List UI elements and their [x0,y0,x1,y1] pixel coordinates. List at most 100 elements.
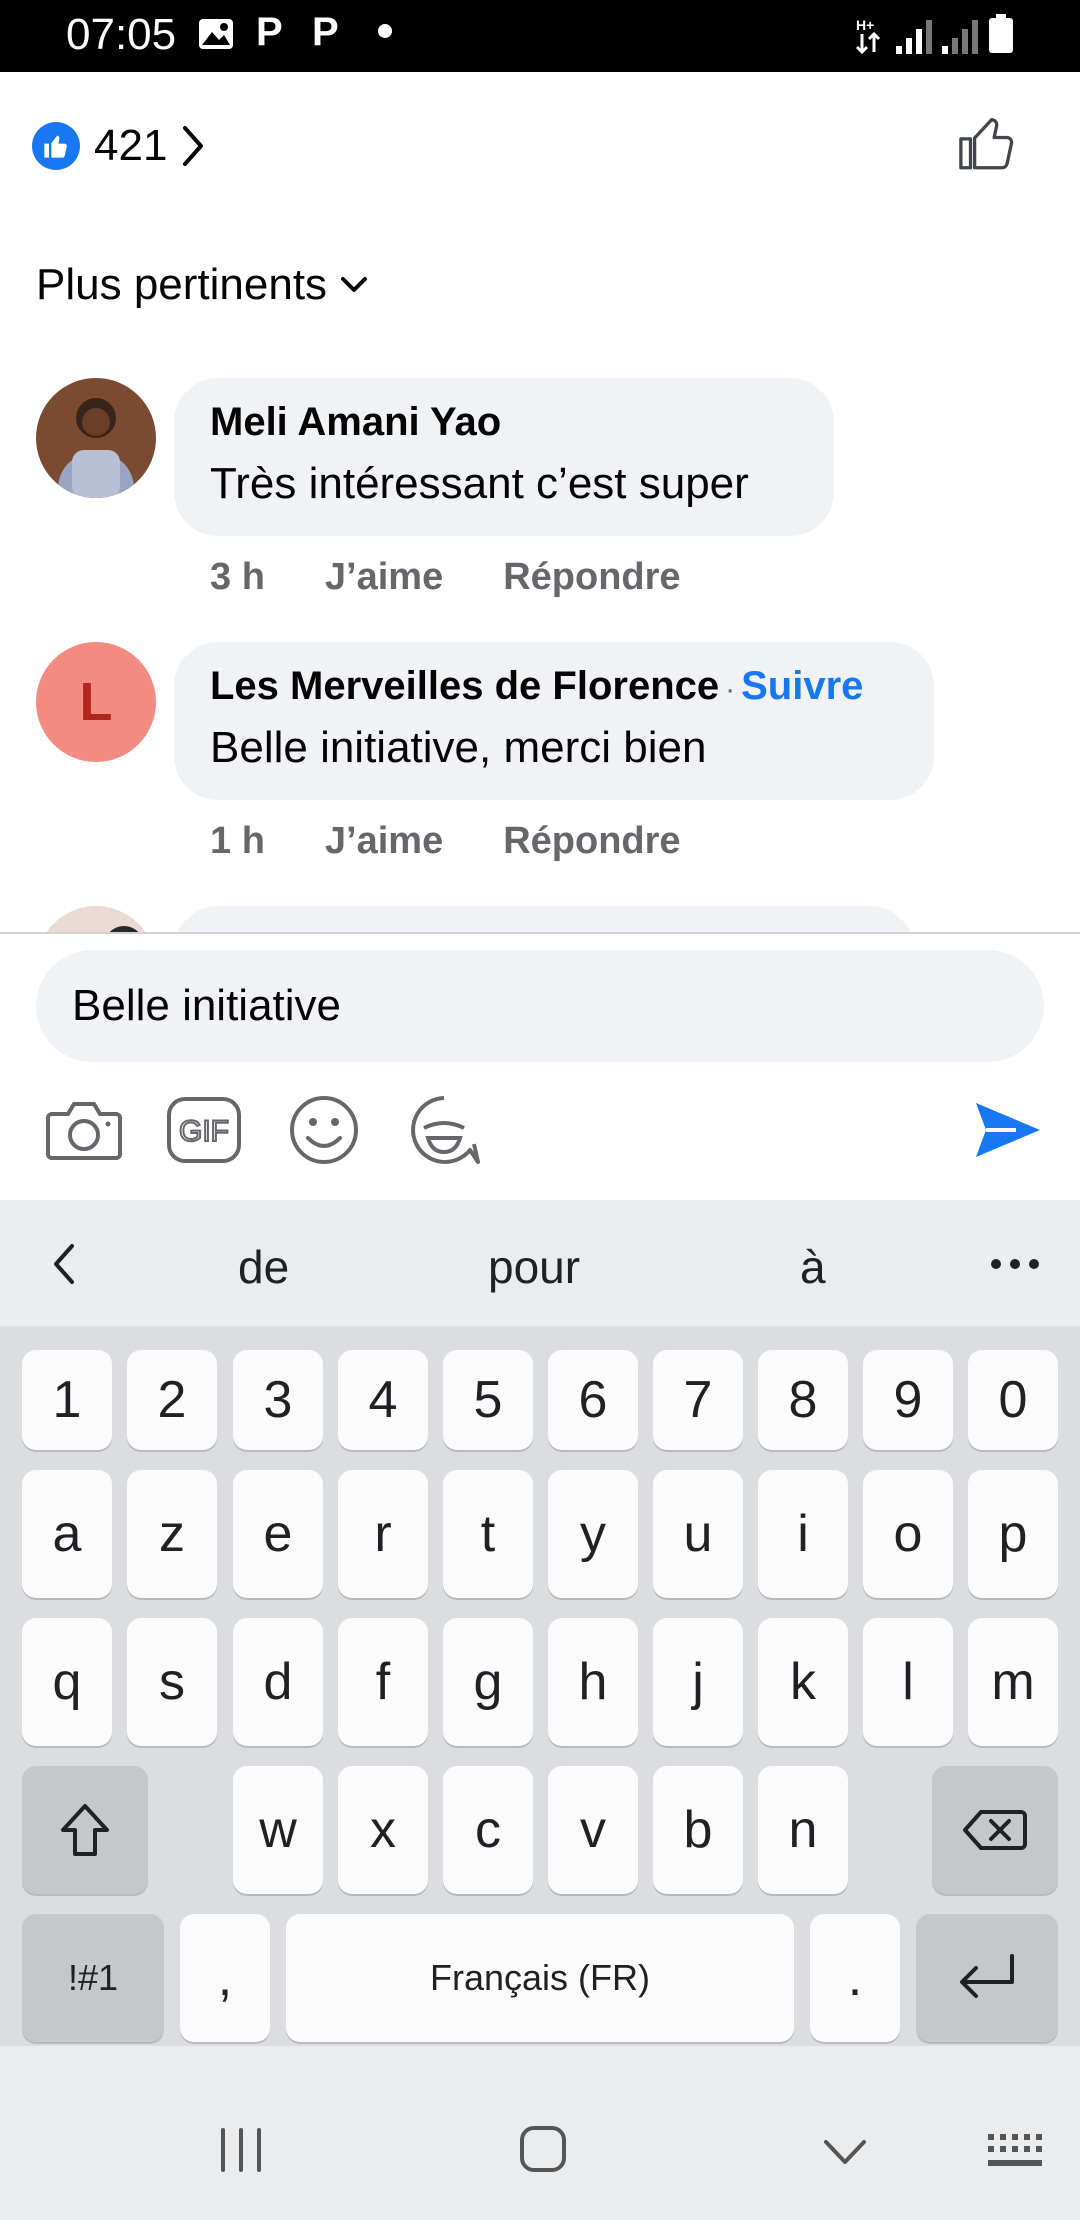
key[interactable]: 9 [863,1350,953,1450]
key[interactable]: r [338,1470,428,1598]
suggestion-item[interactable]: à [800,1240,826,1294]
key[interactable]: 4 [338,1350,428,1450]
home-icon[interactable] [518,2124,568,2174]
key[interactable]: w [233,1766,323,1894]
chevron-right-icon [183,126,204,166]
key[interactable]: m [968,1618,1058,1746]
composer-divider [0,932,1080,934]
network-hplus-icon: H+ [855,17,881,55]
key[interactable]: 7 [653,1350,743,1450]
comma-key[interactable]: , [180,1914,270,2042]
key[interactable]: 6 [548,1350,638,1450]
key[interactable]: h [548,1618,638,1746]
gif-button[interactable]: GIF [162,1090,246,1170]
comment-bubble[interactable]: Meli Amani Yao Très intéressant c’est su… [174,378,834,536]
soft-keyboard: de pour à 1 2 3 4 5 6 7 8 9 0 a z e r t … [0,1200,1080,2220]
shift-key[interactable] [22,1766,148,1894]
comment-bubble[interactable]: Les Merveilles de Florence · Suivre Belle … [174,642,934,800]
key[interactable]: q [22,1618,112,1746]
backspace-icon [963,1810,1027,1850]
more-options-icon[interactable] [990,1258,1040,1270]
notification-dot-icon [378,24,392,38]
reply-button[interactable]: Répondre [503,820,680,863]
svg-text:H+: H+ [856,17,874,33]
signal-icon [896,20,932,54]
reply-button[interactable]: Répondre [503,556,680,599]
enter-icon [960,1954,1014,1998]
comment-time: 3 h [210,556,265,598]
like-comment-button[interactable]: J’aime [325,556,443,599]
key[interactable]: a [22,1470,112,1598]
suggestion-item[interactable]: de [238,1240,289,1294]
avatar-sticker-button[interactable] [402,1090,486,1170]
comment-bubble[interactable] [174,906,914,932]
hide-keyboard-icon[interactable] [822,2138,868,2166]
parking-app-icon: P [256,10,283,54]
key[interactable]: t [443,1470,533,1598]
space-key[interactable]: Français (FR) [286,1914,794,2042]
keyboard-switch-icon[interactable] [986,2132,1044,2170]
avatar[interactable] [36,378,156,498]
key[interactable]: 5 [443,1350,533,1450]
key[interactable]: f [338,1618,428,1746]
key[interactable]: c [443,1766,533,1894]
camera-button[interactable] [42,1090,126,1170]
key[interactable]: 2 [127,1350,217,1450]
send-button[interactable] [966,1090,1050,1170]
key[interactable]: 0 [968,1350,1058,1450]
recent-apps-icon[interactable] [218,2126,264,2174]
key[interactable]: v [548,1766,638,1894]
key[interactable]: g [443,1618,533,1746]
chevron-left-icon[interactable] [48,1240,78,1288]
key[interactable]: s [127,1618,217,1746]
comment-actions: 1 h J’aime Répondre [210,820,741,863]
comment-input[interactable] [36,950,1044,1062]
key[interactable]: d [233,1618,323,1746]
key[interactable]: 1 [22,1350,112,1450]
comment-composer[interactable] [36,950,1044,1062]
gif-label: GIF [179,1115,229,1148]
key[interactable]: 8 [758,1350,848,1450]
comments-list: Meli Amani Yao Très intéressant c’est su… [0,360,1080,932]
signal-icon-2 [942,20,978,54]
like-comment-button[interactable]: J’aime [325,820,443,863]
like-reaction-icon [32,122,80,170]
reactions-summary[interactable]: 421 [32,118,205,174]
symbols-key[interactable]: !#1 [22,1914,164,2042]
avatar-letter: L [79,672,113,732]
key[interactable]: u [653,1470,743,1598]
sort-dropdown[interactable]: Plus pertinents [36,260,369,310]
avatar[interactable]: L [36,642,156,762]
status-time: 07:05 [66,10,177,59]
key[interactable]: 3 [233,1350,323,1450]
suggestion-item[interactable]: pour [488,1240,580,1294]
key[interactable]: p [968,1470,1058,1598]
sort-label: Plus pertinents [36,260,328,309]
key[interactable]: n [758,1766,848,1894]
comment-author[interactable]: Les Merveilles de Florence [210,664,719,708]
key[interactable]: o [863,1470,953,1598]
like-icon[interactable] [954,110,1020,176]
separator-dot: · [725,673,736,706]
composer-toolbar: GIF [0,1090,1080,1170]
key[interactable]: j [653,1618,743,1746]
suggestion-bar: de pour à [0,1200,1080,1326]
comment-actions: 3 h J’aime Répondre [210,556,741,599]
key[interactable]: y [548,1470,638,1598]
emoji-button[interactable] [282,1090,366,1170]
comment-text: Très intéressant c’est super [210,459,749,508]
gif-icon: GIF [167,1097,241,1163]
key[interactable]: l [863,1618,953,1746]
key[interactable]: e [233,1470,323,1598]
key[interactable]: b [653,1766,743,1894]
comment-author[interactable]: Meli Amani Yao [210,400,798,445]
key[interactable]: i [758,1470,848,1598]
backspace-key[interactable] [932,1766,1058,1894]
enter-key[interactable] [916,1914,1058,2042]
key[interactable]: x [338,1766,428,1894]
period-key[interactable]: . [810,1914,900,2042]
key[interactable]: k [758,1618,848,1746]
follow-button[interactable]: Suivre [741,664,863,708]
avatar[interactable] [36,906,156,932]
key[interactable]: z [127,1470,217,1598]
